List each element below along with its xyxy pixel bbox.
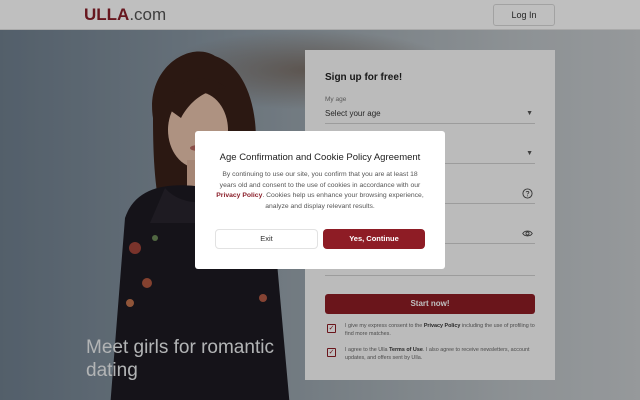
- exit-button[interactable]: Exit: [215, 229, 318, 249]
- modal-body-prefix: By continuing to use our site, you confi…: [219, 171, 421, 189]
- modal-privacy-policy-link[interactable]: Privacy Policy: [216, 192, 262, 199]
- yes-continue-button[interactable]: Yes, Continue: [323, 229, 425, 249]
- modal-body-suffix: . Cookies help us enhance your browsing …: [262, 192, 424, 210]
- age-cookie-modal: Age Confirmation and Cookie Policy Agree…: [195, 131, 445, 269]
- modal-body: By continuing to use our site, you confi…: [215, 170, 425, 212]
- modal-title: Age Confirmation and Cookie Policy Agree…: [219, 152, 421, 163]
